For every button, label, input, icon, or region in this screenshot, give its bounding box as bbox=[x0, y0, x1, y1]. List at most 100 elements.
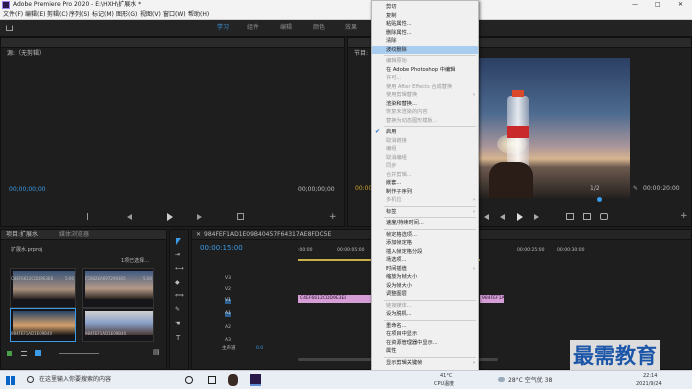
workspace-effects[interactable]: 效果 bbox=[345, 25, 357, 31]
menu-help[interactable]: 帮助(H) bbox=[188, 12, 209, 18]
premiere-taskbar-icon[interactable] bbox=[250, 374, 261, 386]
taskbar-search-input[interactable]: 在这里输入你要搜索的内容 bbox=[39, 377, 111, 383]
hand-icon[interactable]: ☚ bbox=[175, 321, 180, 327]
context-menu-item[interactable]: 调整图层 bbox=[372, 290, 478, 299]
context-menu-item[interactable]: 添加帧定格 bbox=[372, 239, 478, 248]
context-menu-item[interactable]: 在项目中显示 bbox=[372, 330, 478, 339]
weather-text[interactable]: 28°C 空气优 38 bbox=[508, 378, 552, 384]
play-icon[interactable] bbox=[167, 213, 173, 221]
context-menu-item[interactable]: 场选项... bbox=[372, 256, 478, 265]
context-menu-item[interactable]: 属性 bbox=[372, 347, 478, 356]
context-menu-item[interactable]: 在资源管理器中显示... bbox=[372, 339, 478, 348]
add-button-icon[interactable]: + bbox=[329, 213, 337, 222]
context-menu-item[interactable]: 插入帧定格分段 bbox=[372, 248, 478, 257]
step-back-icon[interactable] bbox=[127, 214, 132, 220]
workspace-learn[interactable]: 学习 bbox=[217, 25, 229, 31]
step-forward-program-icon[interactable] bbox=[534, 214, 539, 220]
track-select-icon[interactable]: ⇥ bbox=[175, 252, 180, 258]
context-menu-item-label: 使用 After Effects 合成替换 bbox=[386, 83, 453, 90]
context-menu-item[interactable]: 重命名... bbox=[372, 322, 478, 331]
context-menu-item[interactable]: 嵌套... bbox=[372, 179, 478, 188]
thumb-card[interactable] bbox=[82, 308, 154, 342]
timeline-timecode[interactable]: 00:00:15:00 bbox=[200, 245, 243, 252]
icon-view-icon[interactable] bbox=[35, 350, 41, 356]
context-menu-item[interactable]: 粘贴属性... bbox=[372, 20, 478, 29]
menu-edit[interactable]: 编辑(E) bbox=[25, 12, 45, 18]
pen-icon[interactable]: ✎ bbox=[175, 307, 180, 313]
context-menu-item[interactable]: 标签 › bbox=[372, 208, 478, 217]
thumb-card[interactable] bbox=[10, 268, 76, 308]
workspace-editing[interactable]: 编辑 bbox=[280, 25, 292, 31]
context-menu-item[interactable]: 复制 bbox=[372, 12, 478, 21]
context-menu-item[interactable]: 时间插值 › bbox=[372, 265, 478, 274]
step-forward-icon[interactable] bbox=[197, 214, 202, 220]
close-button[interactable]: ✕ bbox=[678, 2, 683, 8]
thumb-card[interactable] bbox=[82, 268, 154, 308]
context-menu-item[interactable]: 制作子序列 bbox=[372, 188, 478, 197]
workspace-color[interactable]: 颜色 bbox=[313, 25, 325, 31]
wrench-icon[interactable]: ✎ bbox=[633, 186, 638, 192]
maximize-button[interactable]: □ bbox=[655, 2, 661, 8]
media-browser-tab[interactable]: 媒体浏览器 bbox=[59, 232, 89, 238]
context-menu-item[interactable]: 清除 bbox=[372, 37, 478, 46]
add-program-button-icon[interactable]: + bbox=[680, 212, 688, 221]
mark-in-icon[interactable] bbox=[87, 213, 92, 220]
close-sequence-icon[interactable]: ✕ bbox=[196, 232, 201, 238]
context-menu-item[interactable]: 启用 ✔ bbox=[372, 128, 478, 137]
selection-tool-icon[interactable] bbox=[176, 238, 181, 245]
sequence-tab[interactable]: 984FEF1AD1E09B40457F64317AE8FDC5E bbox=[204, 232, 331, 238]
insert-icon[interactable] bbox=[237, 213, 244, 220]
context-menu-item[interactable]: 设为脱机... bbox=[372, 310, 478, 319]
project-panel-title[interactable]: 项目:扩展水 bbox=[6, 232, 38, 238]
program-playhead-marker[interactable] bbox=[597, 197, 602, 202]
new-item-icon[interactable]: ▤ bbox=[153, 349, 160, 356]
menu-view[interactable]: 视图(V) bbox=[140, 12, 161, 18]
context-menu-item[interactable]: 波纹删除 bbox=[372, 45, 478, 54]
source-timecode-left[interactable]: 00;00;00;00 bbox=[9, 187, 46, 193]
list-view-icon[interactable] bbox=[21, 351, 27, 356]
track-a1-label[interactable]: A1 bbox=[225, 311, 231, 317]
video-clip[interactable] bbox=[346, 295, 372, 303]
context-menu-item: 替换为动态图形模板... bbox=[372, 117, 478, 126]
menu-graphics[interactable]: 图形(G) bbox=[116, 12, 137, 18]
context-menu-item[interactable]: 缩放为帧大小 bbox=[372, 273, 478, 282]
program-zoom-ratio[interactable]: 1/2 bbox=[590, 186, 600, 192]
export-frame-icon[interactable] bbox=[600, 213, 608, 220]
context-menu-item[interactable]: 删除属性... bbox=[372, 29, 478, 38]
menu-marker[interactable]: 标记(M) bbox=[92, 12, 114, 18]
workspace-assembly[interactable]: 组件 bbox=[247, 25, 259, 31]
menu-clip[interactable]: 剪辑(C) bbox=[47, 12, 68, 18]
menu-file[interactable]: 文件(F) bbox=[3, 12, 23, 18]
context-menu-item[interactable]: 设为帧大小 bbox=[372, 282, 478, 291]
master-track-value[interactable]: 0.0 bbox=[256, 346, 263, 352]
context-menu-item[interactable]: 显示剪辑关键帧 › bbox=[372, 359, 478, 368]
slip-icon[interactable]: ⟺ bbox=[175, 293, 184, 299]
avatar[interactable] bbox=[228, 374, 238, 386]
task-view-icon[interactable] bbox=[208, 376, 216, 384]
start-icon[interactable] bbox=[6, 376, 15, 385]
lift-icon[interactable] bbox=[566, 213, 574, 220]
minimize-button[interactable]: — bbox=[632, 2, 638, 8]
step-back-program-icon[interactable] bbox=[500, 214, 505, 220]
zoom-slider[interactable] bbox=[59, 353, 99, 354]
lock-icon[interactable] bbox=[7, 351, 12, 356]
thumb-card[interactable] bbox=[10, 308, 76, 342]
ripple-edit-icon[interactable]: ⟷ bbox=[175, 266, 184, 272]
go-to-in-icon[interactable] bbox=[484, 214, 489, 220]
context-menu-item[interactable]: 剪切 bbox=[372, 3, 478, 12]
video-clip[interactable]: 984FEF1AD1E09B40 bbox=[480, 295, 504, 303]
menu-window[interactable]: 窗口(W) bbox=[163, 12, 186, 18]
context-menu-item[interactable]: 渲染和替换... bbox=[372, 100, 478, 109]
play-program-icon[interactable] bbox=[517, 213, 523, 221]
video-clip[interactable]: C4EF6612CDD9E3E8 bbox=[298, 295, 346, 303]
type-icon[interactable]: T bbox=[176, 335, 180, 342]
context-menu-item[interactable]: 帧定格选项... bbox=[372, 231, 478, 240]
home-icon[interactable] bbox=[6, 25, 13, 31]
context-menu-item[interactable]: 速度/持续时间... bbox=[372, 219, 478, 228]
context-menu-item[interactable]: 在 Adobe Photoshop 中编辑 bbox=[372, 66, 478, 75]
track-v1-label[interactable]: V1 bbox=[225, 298, 231, 304]
extract-icon[interactable] bbox=[583, 213, 591, 220]
menu-sequence[interactable]: 序列(S) bbox=[69, 12, 90, 18]
cortana-icon[interactable] bbox=[185, 376, 193, 384]
razor-icon[interactable]: ◆ bbox=[175, 280, 180, 286]
